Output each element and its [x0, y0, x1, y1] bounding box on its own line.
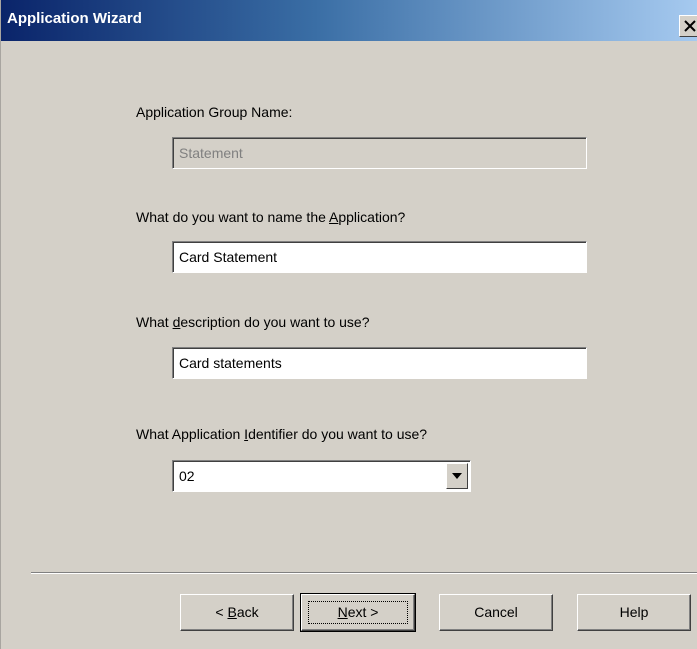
- identifier-selected-value: 02: [179, 468, 195, 484]
- close-button[interactable]: [679, 15, 697, 37]
- app-name-label-part: pplication?: [338, 209, 406, 225]
- cancel-button[interactable]: Cancel: [439, 594, 553, 631]
- back-button-accel: B: [227, 604, 237, 620]
- description-label-part: What: [136, 314, 173, 330]
- close-x-icon: [684, 20, 696, 32]
- focus-rectangle: [308, 601, 408, 624]
- group-name-label: Application Group Name:: [136, 104, 293, 120]
- group-name-field: Statement: [172, 137, 587, 169]
- next-button[interactable]: Next >: [300, 593, 416, 632]
- back-button-label-part: ack: [236, 604, 259, 620]
- identifier-dropdown-button[interactable]: [446, 463, 468, 489]
- app-name-label-accel: A: [329, 209, 339, 225]
- description-label-part: escription do you want to use?: [180, 314, 370, 330]
- identifier-label: What Application Identifier do you want …: [136, 426, 427, 442]
- chevron-down-icon: [452, 473, 462, 479]
- application-wizard-dialog: Application Wizard Application Group Nam…: [0, 0, 697, 649]
- app-name-input[interactable]: Card Statement: [172, 241, 587, 273]
- app-name-label: What do you want to name the Application…: [136, 209, 405, 225]
- identifier-select[interactable]: 02: [172, 460, 471, 492]
- description-input[interactable]: Card statements: [172, 347, 587, 379]
- app-name-label-part: What do you want to name the: [136, 209, 330, 225]
- window-title: Application Wizard: [7, 10, 142, 27]
- button-separator: [31, 572, 697, 574]
- back-button[interactable]: < Back: [180, 594, 294, 631]
- identifier-label-part: dentifier do you want to use?: [248, 426, 428, 442]
- title-bar: Application Wizard: [1, 0, 697, 41]
- back-button-label-part: <: [215, 604, 228, 620]
- identifier-label-part: What Application: [136, 426, 245, 442]
- description-label: What description do you want to use?: [136, 314, 370, 330]
- help-button[interactable]: Help: [577, 594, 691, 631]
